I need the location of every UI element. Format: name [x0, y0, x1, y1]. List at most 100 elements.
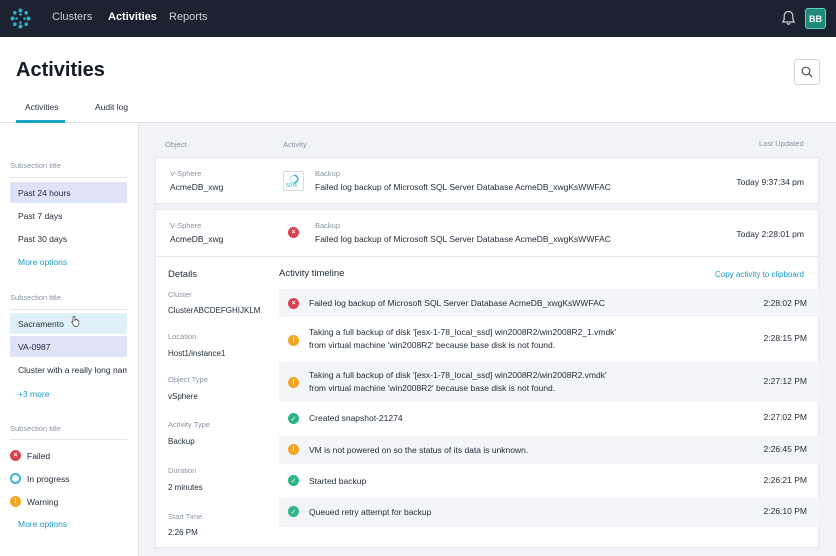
event-text-line2: from virtual machine 'win2008R2' because…: [309, 340, 556, 350]
column-header-last-updated: Last Updated: [759, 139, 804, 148]
filter-past-30-days[interactable]: Past 30 days: [10, 228, 127, 249]
detail-label-cluster: Cluster: [168, 290, 192, 299]
check-circle-icon: ✓: [288, 413, 299, 424]
detail-value-duration: 2 minutes: [168, 483, 203, 492]
event-time: 2:27:02 PM: [763, 412, 807, 422]
user-avatar[interactable]: BB: [805, 8, 826, 29]
more-status-options-link[interactable]: More options: [18, 519, 67, 529]
x-circle-icon: ×: [288, 298, 299, 309]
filter-long-cluster[interactable]: Cluster with a really long name: [10, 359, 127, 380]
top-navigation-bar: Clusters Activities Reports BB: [0, 0, 836, 37]
filter-in-progress[interactable]: In progress: [10, 473, 70, 484]
exclamation-circle-icon: !: [288, 377, 299, 388]
details-title: Details: [168, 269, 198, 280]
divider: [156, 256, 818, 257]
tab-activities[interactable]: Activities: [25, 102, 59, 112]
detail-value-start-time: 2:26 PM: [168, 528, 198, 537]
detail-label-duration: Duration: [168, 466, 197, 475]
detail-label-activity-type: Activity Type: [168, 420, 210, 429]
event-time: 2:28:15 PM: [763, 333, 807, 343]
event-time: 2:26:21 PM: [763, 475, 807, 485]
subsection-title: Subsection title: [10, 424, 61, 433]
nav-reports[interactable]: Reports: [169, 11, 208, 23]
check-circle-icon: ✓: [288, 506, 299, 517]
bell-icon[interactable]: [781, 10, 796, 26]
page-title: Activities: [16, 59, 105, 81]
event-text: Queued retry attempt for backup: [309, 507, 432, 517]
object-name: AcmeDB_xwg: [170, 234, 224, 244]
activity-description: Failed log backup of Microsoft SQL Serve…: [315, 234, 611, 244]
subsection-title: Subsection title: [10, 161, 61, 170]
timeline-event: ! VM is not powered on so the status of …: [279, 436, 819, 464]
activity-type: Backup: [315, 169, 341, 178]
progress-percent: 50%: [286, 183, 298, 189]
event-text: Taking a full backup of disk '[esx-1-78_…: [309, 327, 617, 337]
divider: [10, 309, 127, 310]
event-text: Failed log backup of Microsoft SQL Serve…: [309, 298, 605, 308]
filter-label: In progress: [27, 473, 70, 484]
x-circle-icon: ×: [10, 450, 21, 461]
event-text: Created snapshot-21274: [309, 413, 403, 423]
more-clusters-link[interactable]: +3 more: [18, 389, 49, 399]
filter-failed[interactable]: × Failed: [10, 450, 50, 461]
event-time: 2:26:10 PM: [763, 506, 807, 516]
filter-label: Failed: [27, 450, 51, 461]
object-type: V-Sphere: [170, 221, 202, 230]
timeline-event: ! Taking a full backup of disk '[esx-1-7…: [279, 320, 819, 359]
timeline-event: ✓ Created snapshot-21274 2:27:02 PM: [279, 405, 819, 433]
page-header: Activities Activities Audit log: [0, 37, 836, 123]
object-type: V-Sphere: [170, 169, 202, 178]
check-circle-icon: ✓: [288, 475, 299, 486]
filter-sidebar: Subsection title Past 24 hours Past 7 da…: [0, 123, 139, 556]
more-options-link[interactable]: More options: [18, 257, 67, 267]
subsection-title: Subsection title: [10, 293, 61, 302]
divider: [10, 177, 127, 178]
detail-label-object-type: Object Type: [168, 375, 208, 384]
detail-value-object-type: vSphere: [168, 392, 198, 401]
event-text: VM is not powered on so the status of it…: [309, 445, 529, 455]
event-text-line2: from virtual machine 'win2008R2' because…: [309, 383, 556, 393]
hand-cursor-icon: [71, 315, 80, 327]
filter-va-0987[interactable]: VA-0987: [10, 336, 127, 357]
x-circle-icon: ×: [288, 227, 299, 238]
event-time: 2:26:45 PM: [763, 444, 807, 454]
activity-row[interactable]: V-Sphere AcmeDB_xwg 50% Backup Failed lo…: [155, 157, 819, 204]
search-button[interactable]: [794, 59, 820, 85]
detail-value-location: Host1/instance1: [168, 349, 226, 358]
detail-value-cluster: ClusterABCDEFGHIJKLM: [168, 306, 261, 315]
search-icon: [801, 66, 813, 78]
activity-description: Failed log backup of Microsoft SQL Serve…: [315, 182, 611, 192]
activity-type: Backup: [315, 221, 341, 230]
event-text: Taking a full backup of disk '[esx-1-78_…: [309, 370, 607, 380]
divider: [10, 439, 127, 440]
timeline-title: Activity timeline: [279, 268, 345, 279]
progress-ring-icon: [10, 473, 21, 484]
nav-activities[interactable]: Activities: [108, 11, 157, 23]
event-time: 2:28:02 PM: [763, 298, 807, 308]
timeline-event: × Failed log backup of Microsoft SQL Ser…: [279, 289, 819, 317]
filter-past-7-days[interactable]: Past 7 days: [10, 205, 127, 226]
exclamation-circle-icon: !: [288, 335, 299, 346]
filter-warning[interactable]: ! Warning: [10, 496, 58, 507]
cluster-logo-icon[interactable]: [10, 8, 31, 29]
detail-label-start-time: Start Time: [168, 512, 203, 521]
filter-sacramento[interactable]: Sacramento: [10, 313, 127, 334]
column-header-activity: Activity: [283, 140, 307, 149]
detail-value-activity-type: Backup: [168, 437, 195, 446]
exclamation-circle-icon: !: [10, 496, 21, 507]
filter-past-24-hours[interactable]: Past 24 hours: [10, 182, 127, 203]
timeline-event: ! Taking a full backup of disk '[esx-1-7…: [279, 362, 819, 402]
tab-audit-log[interactable]: Audit log: [95, 102, 128, 112]
object-name: AcmeDB_xwg: [170, 182, 224, 192]
detail-label-location: Location: [168, 332, 197, 341]
column-header-object: Object: [165, 140, 187, 149]
event-text: Started backup: [309, 476, 367, 486]
filter-label: Warning: [27, 496, 59, 507]
copy-activity-link[interactable]: Copy activity to clipboard: [715, 270, 804, 279]
event-time: 2:27:12 PM: [763, 376, 807, 386]
last-updated-time: Today 2:28:01 pm: [736, 229, 804, 239]
nav-clusters[interactable]: Clusters: [52, 11, 92, 23]
timeline-event: ✓ Queued retry attempt for backup 2:26:1…: [279, 498, 819, 527]
last-updated-time: Today 9:37:34 pm: [736, 177, 804, 187]
timeline-event: ✓ Started backup 2:26:21 PM: [279, 467, 819, 495]
